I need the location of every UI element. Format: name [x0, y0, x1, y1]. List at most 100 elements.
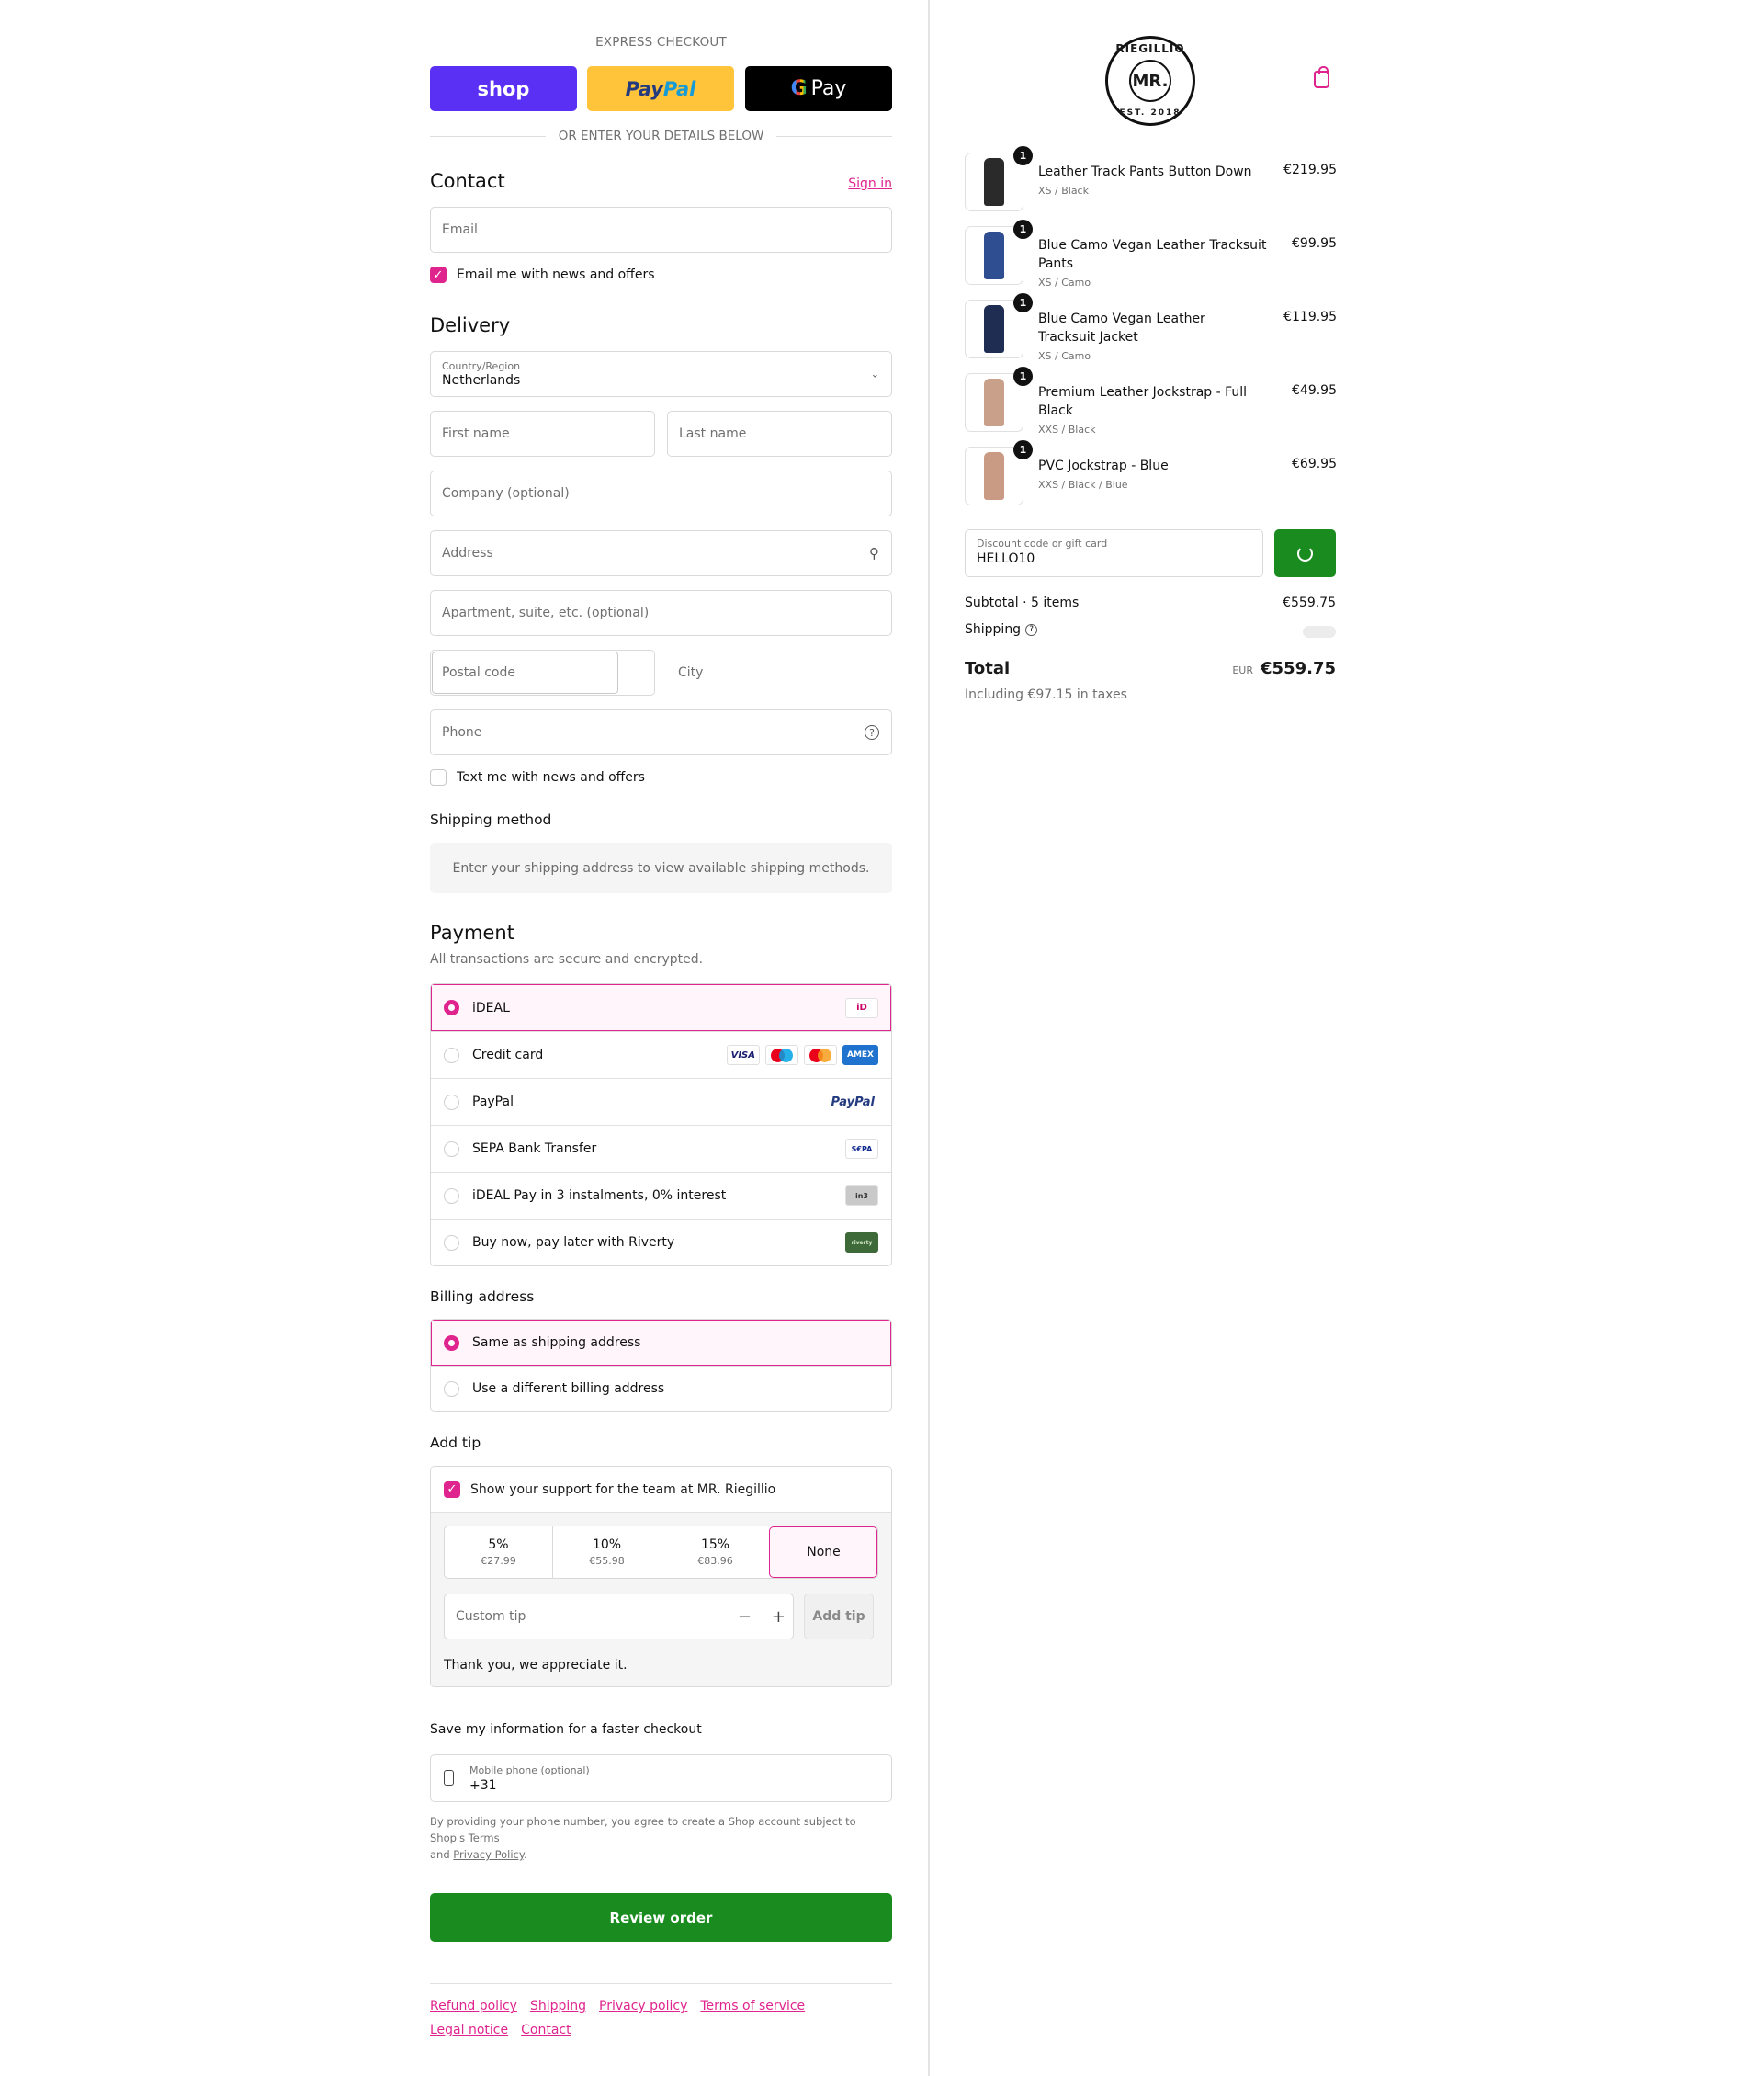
shipping-method-placeholder: Enter your shipping address to view avai… — [430, 843, 892, 893]
google-pay-button[interactable]: G Pay — [745, 66, 892, 111]
checkbox-unchecked-icon — [430, 769, 447, 786]
radio-unselected-icon — [444, 1380, 459, 1397]
review-order-button[interactable]: Review order — [430, 1893, 892, 1942]
billing-same-option[interactable]: Same as shipping address — [431, 1320, 891, 1366]
product-price: €119.95 — [1283, 310, 1337, 324]
paypal-label-pay: Pay — [625, 77, 663, 100]
subtotal-row: Subtotal · 5 items €559.75 — [965, 596, 1336, 610]
city-field[interactable]: City — [667, 650, 892, 696]
sms-news-checkbox[interactable]: Text me with news and offers — [430, 769, 645, 786]
plus-icon[interactable]: + — [772, 1607, 786, 1627]
payment-option-credit-card[interactable]: Credit card VISA AMEX — [431, 1031, 891, 1078]
discount-code-label: Discount code or gift card — [977, 538, 1108, 550]
mobile-phone-field[interactable]: Mobile phone (optional) +31 — [430, 1754, 892, 1802]
privacy-policy-link[interactable]: Privacy Policy — [453, 1848, 524, 1861]
contact-link[interactable]: Contact — [521, 2020, 571, 2040]
add-tip-button[interactable]: Add tip — [804, 1594, 874, 1639]
payment-option-label: iDEAL Pay in 3 instalments, 0% interest — [472, 1188, 727, 1203]
payment-option-ideal[interactable]: iDEAL iD — [431, 984, 891, 1031]
or-divider-text: OR ENTER YOUR DETAILS BELOW — [558, 129, 764, 143]
payment-option-riverty[interactable]: Buy now, pay later with Riverty riverty — [431, 1219, 891, 1265]
company-placeholder: Company (optional) — [442, 486, 570, 501]
company-field[interactable]: Company (optional) — [430, 471, 892, 516]
shipping-link[interactable]: Shipping — [530, 1996, 586, 2016]
sign-in-link[interactable]: Sign in — [848, 176, 892, 191]
shop-pay-button[interactable]: shop — [430, 66, 577, 111]
apartment-field[interactable]: Apartment, suite, etc. (optional) — [430, 590, 892, 636]
checkbox-checked-icon: ✓ — [444, 1480, 460, 1498]
quantity-badge: 1 — [1013, 440, 1033, 459]
tip-body: 5% €27.99 10% €55.98 15% €83.96 None Cus… — [431, 1513, 891, 1686]
country-select[interactable]: Country/Region Netherlands ⌄ — [430, 351, 892, 397]
refund-policy-link[interactable]: Refund policy — [430, 1996, 517, 2016]
total-value-wrap: EUR €559.75 — [1232, 659, 1336, 678]
legal-notice-link[interactable]: Legal notice — [430, 2020, 508, 2040]
apply-discount-button[interactable] — [1274, 529, 1336, 577]
country-label: Country/Region — [442, 360, 521, 372]
mastercard-logo-icon — [803, 1045, 837, 1065]
postal-code-placeholder: Postal code — [442, 665, 515, 680]
payment-option-label: PayPal — [472, 1095, 514, 1109]
mobile-phone-value: +31 — [469, 1777, 497, 1793]
phone-placeholder: Phone — [442, 725, 482, 740]
tip-option-5[interactable]: 5% €27.99 — [445, 1526, 552, 1578]
ideal-logo-icon: iD — [845, 997, 878, 1018]
product-variant: XXS / Black — [1038, 424, 1096, 436]
paypal-button[interactable]: Pay Pal — [587, 66, 734, 111]
google-g-icon: G — [790, 77, 808, 100]
email-news-checkbox[interactable]: ✓ Email me with news and offers — [430, 267, 655, 283]
loading-spinner-icon — [1297, 545, 1313, 562]
google-pay-label: Pay — [810, 77, 847, 100]
chevron-down-icon: ⌄ — [870, 368, 879, 380]
privacy-policy-footer-link[interactable]: Privacy policy — [599, 1996, 687, 2016]
minus-icon[interactable]: − — [738, 1607, 752, 1627]
email-news-label: Email me with news and offers — [457, 267, 655, 282]
save-info-title: Save my information for a faster checkou… — [430, 1722, 702, 1737]
tip-option-15[interactable]: 15% €83.96 — [661, 1526, 769, 1578]
shipping-value-loading — [1303, 626, 1336, 638]
phone-field[interactable]: Phone ? — [430, 709, 892, 755]
custom-tip-placeholder: Custom tip — [456, 1609, 526, 1624]
terms-of-service-link[interactable]: Terms of service — [700, 1996, 805, 2016]
quantity-badge: 1 — [1013, 293, 1033, 312]
terms-link[interactable]: Terms — [469, 1832, 500, 1844]
subtotal-value: €559.75 — [1283, 596, 1336, 610]
product-name: PVC Jockstrap - Blue XXS / Black / Blue — [1038, 457, 1282, 493]
postal-code-field[interactable]: Postal code — [430, 650, 655, 696]
product-name: Leather Track Pants Button Down XS / Bla… — [1038, 163, 1282, 199]
legal-and: and — [430, 1848, 450, 1861]
payment-option-paypal[interactable]: PayPal PayPal — [431, 1078, 891, 1125]
last-name-field[interactable]: Last name — [667, 411, 892, 457]
tip-option-none[interactable]: None — [769, 1526, 877, 1578]
riverty-logo-icon: riverty — [845, 1232, 878, 1253]
shopping-bag-icon[interactable] — [1314, 66, 1329, 88]
quantity-badge: 1 — [1013, 367, 1033, 386]
tip-option-10[interactable]: 10% €55.98 — [552, 1526, 661, 1578]
custom-tip-input[interactable]: Custom tip − + — [444, 1594, 794, 1639]
sms-news-label: Text me with news and offers — [457, 770, 645, 785]
tip-option-percent: None — [807, 1545, 841, 1560]
payment-title: Payment — [430, 922, 514, 944]
product-name: Blue Camo Vegan Leather Tracksuit Pants … — [1038, 236, 1305, 290]
first-name-field[interactable]: First name — [430, 411, 655, 457]
billing-option-label: Use a different billing address — [472, 1381, 665, 1396]
payment-option-sepa[interactable]: SEPA Bank Transfer S€PA — [431, 1125, 891, 1172]
radio-unselected-icon — [444, 1094, 459, 1110]
tip-option-amount: €55.98 — [589, 1555, 625, 1567]
payment-option-ideal-in3[interactable]: iDEAL Pay in 3 instalments, 0% interest … — [431, 1172, 891, 1219]
email-field[interactable]: Email — [430, 207, 892, 253]
radio-selected-icon — [444, 1000, 459, 1015]
tip-support-checkbox[interactable]: ✓ Show your support for the team at MR. … — [431, 1467, 891, 1513]
discount-code-input[interactable]: Discount code or gift card HELLO10 — [965, 529, 1263, 577]
address-field[interactable]: Address ⚲ — [430, 530, 892, 576]
help-circle-icon[interactable]: ? — [1025, 623, 1038, 636]
help-circle-icon[interactable]: ? — [865, 725, 879, 740]
add-tip-title: Add tip — [430, 1435, 481, 1451]
product-name: Premium Leather Jockstrap - Full Black X… — [1038, 383, 1282, 437]
brand-ring-bottom: EST. 2018 — [1119, 108, 1182, 118]
billing-different-option[interactable]: Use a different billing address — [431, 1366, 891, 1411]
billing-address-title: Billing address — [430, 1288, 535, 1305]
discount-code-value: HELLO10 — [977, 551, 1035, 566]
subtotal-label: Subtotal · 5 items — [965, 596, 1080, 610]
brand-logo[interactable]: RIEGILLIO MR. EST. 2018 — [1105, 36, 1195, 126]
